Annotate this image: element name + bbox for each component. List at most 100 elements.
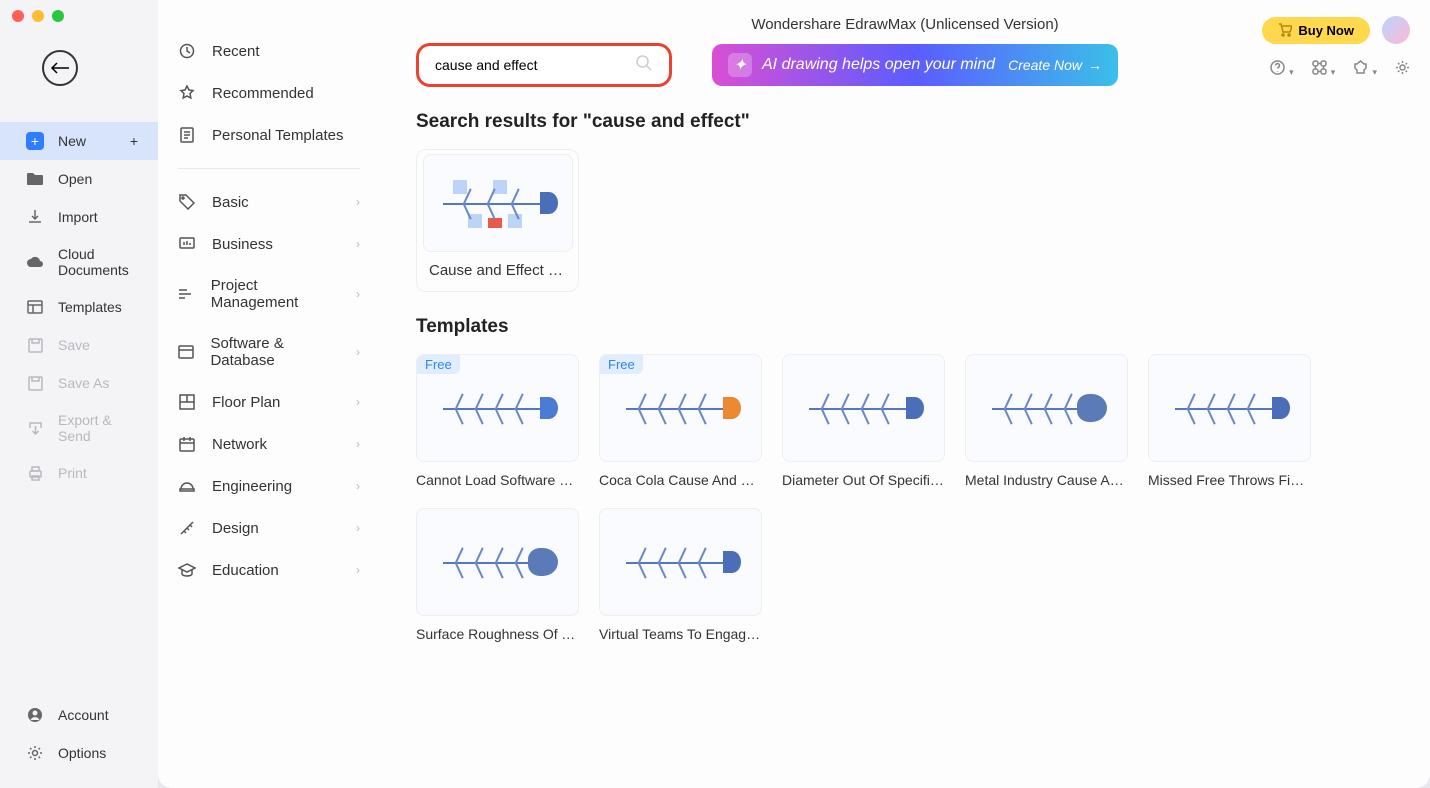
nav-save-as: Save As: [0, 364, 158, 402]
print-icon: [26, 464, 44, 482]
nav-import[interactable]: Import: [0, 198, 158, 236]
top-right-controls: Buy Now: [1262, 16, 1410, 44]
search-input[interactable]: [435, 57, 635, 73]
plus-icon: +: [130, 133, 138, 149]
template-card[interactable]: Free Cannot Load Software On…: [416, 354, 579, 488]
divider: [178, 168, 360, 169]
free-tag: Free: [600, 355, 643, 374]
export-icon: [26, 419, 44, 437]
template-card[interactable]: Diameter Out Of Specifica…: [782, 354, 945, 488]
template-thumbnail: [782, 354, 945, 462]
cat-label: Network: [212, 436, 267, 453]
cat-project-management[interactable]: Project Management ›: [158, 265, 380, 323]
nav-label: Options: [58, 745, 106, 761]
chevron-right-icon: ›: [356, 345, 360, 359]
shortcuts-dropdown[interactable]: ▾: [1312, 60, 1336, 79]
category-sidebar: Recent Recommended Personal Templates Ba…: [158, 0, 380, 788]
import-icon: [26, 208, 44, 226]
presentation-icon: [178, 235, 196, 253]
search-box[interactable]: [416, 43, 672, 87]
settings-button[interactable]: [1395, 60, 1410, 79]
graduation-icon: [178, 561, 196, 579]
template-card[interactable]: Surface Roughness Of Th…: [416, 508, 579, 642]
nav-label: Save: [58, 337, 90, 353]
gear-icon: [26, 744, 44, 762]
cat-education[interactable]: Education ›: [158, 549, 380, 591]
template-card[interactable]: Free Coca Cola Cause And Effect: [599, 354, 762, 488]
cat-label: Software & Database: [210, 335, 340, 369]
chevron-right-icon: ›: [356, 287, 360, 301]
chevron-right-icon: ›: [356, 195, 360, 209]
nav-open[interactable]: Open: [0, 160, 158, 198]
cat-label: Business: [212, 236, 273, 253]
help-dropdown[interactable]: ▾: [1270, 60, 1294, 79]
template-thumbnail: [965, 354, 1128, 462]
cat-recommended[interactable]: Recommended: [158, 72, 380, 114]
cat-basic[interactable]: Basic ›: [158, 181, 380, 223]
cat-personal-templates[interactable]: Personal Templates: [158, 114, 380, 156]
ai-banner[interactable]: ✦ AI drawing helps open your mind Create…: [712, 44, 1118, 86]
helmet-icon: [178, 477, 196, 495]
nav-export: Export & Send: [0, 402, 158, 454]
template-thumbnail: [416, 508, 579, 616]
cat-label: Recent: [212, 43, 260, 60]
template-card-label: Surface Roughness Of Th…: [416, 626, 579, 642]
template-card-label: Cannot Load Software On…: [416, 472, 579, 488]
save-icon: [26, 336, 44, 354]
template-card[interactable]: Metal Industry Cause And…: [965, 354, 1128, 488]
chevron-right-icon: ›: [356, 237, 360, 251]
close-window-button[interactable]: [12, 10, 24, 22]
cat-label: Recommended: [212, 85, 314, 102]
user-avatar[interactable]: [1382, 16, 1410, 44]
plus-square-icon: +: [26, 132, 44, 150]
floorplan-icon: [178, 393, 196, 411]
document-icon: [178, 126, 196, 144]
chevron-right-icon: ›: [356, 521, 360, 535]
zoom-window-button[interactable]: [52, 10, 64, 22]
create-now-button[interactable]: Create Now →: [1008, 57, 1102, 73]
cat-engineering[interactable]: Engineering ›: [158, 465, 380, 507]
cat-label: Engineering: [212, 478, 292, 495]
badge-icon: [178, 84, 196, 102]
templates-heading: Templates: [416, 316, 1394, 338]
window-controls: [0, 8, 158, 22]
template-card-label: Coca Cola Cause And Effect: [599, 472, 762, 488]
template-card[interactable]: Virtual Teams To Engage …: [599, 508, 762, 642]
nav-save: Save: [0, 326, 158, 364]
nav-label: Account: [58, 707, 109, 723]
cat-label: Personal Templates: [212, 127, 343, 144]
cat-business[interactable]: Business ›: [158, 223, 380, 265]
cart-icon: [1278, 23, 1292, 37]
cat-design[interactable]: Design ›: [158, 507, 380, 549]
nav-label: Print: [58, 465, 87, 481]
chevron-right-icon: ›: [356, 437, 360, 451]
template-card-label: Diameter Out Of Specifica…: [782, 472, 945, 488]
template-card-label: Metal Industry Cause And…: [965, 472, 1128, 488]
nav-options[interactable]: Options: [0, 734, 158, 772]
nav-cloud-documents[interactable]: Cloud Documents: [0, 236, 158, 288]
minimize-window-button[interactable]: [32, 10, 44, 22]
cat-label: Floor Plan: [212, 394, 280, 411]
nav-new[interactable]: + New +: [0, 122, 158, 160]
chevron-right-icon: ›: [356, 479, 360, 493]
nav-label: Import: [58, 209, 98, 225]
free-tag: Free: [417, 355, 460, 374]
back-button[interactable]: [42, 50, 78, 86]
nav-label: Cloud Documents: [58, 246, 146, 278]
template-thumbnail: Free: [416, 354, 579, 462]
result-thumbnail: [423, 154, 573, 252]
nav-label: Export & Send: [58, 412, 146, 444]
primary-sidebar: + New + Open Import Cloud Documents Temp…: [0, 0, 158, 788]
cat-network[interactable]: Network ›: [158, 423, 380, 465]
cat-floor-plan[interactable]: Floor Plan ›: [158, 381, 380, 423]
save-as-icon: [26, 374, 44, 392]
nav-account[interactable]: Account: [0, 696, 158, 734]
result-card[interactable]: Cause and Effect Di…: [416, 149, 579, 292]
cat-recent[interactable]: Recent: [158, 30, 380, 72]
theme-dropdown[interactable]: ▾: [1353, 60, 1377, 79]
template-card[interactable]: Missed Free Throws Fish…: [1148, 354, 1311, 488]
arrow-right-icon: →: [1088, 57, 1102, 73]
cat-software-database[interactable]: Software & Database ›: [158, 323, 380, 381]
nav-templates[interactable]: Templates: [0, 288, 158, 326]
buy-now-button[interactable]: Buy Now: [1262, 17, 1370, 44]
